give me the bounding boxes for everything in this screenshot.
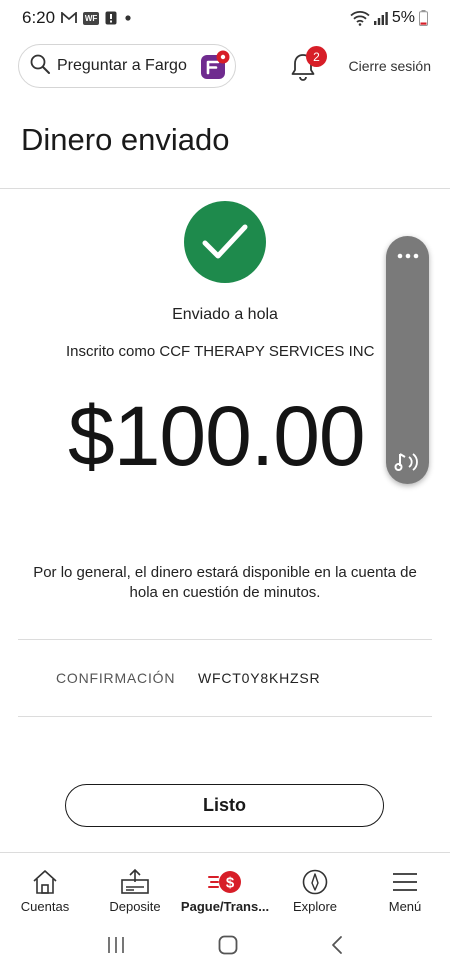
bottom-nav: Cuentas Deposite $ Pague/Trans... Explor… [0,852,450,920]
battery-percent: 5% [391,9,415,26]
gmail-icon [61,12,77,24]
compass-icon [301,867,329,897]
wifi-icon [350,10,370,26]
ask-fargo-search[interactable]: Preguntar a Fargo [18,44,236,88]
home-button-icon[interactable] [217,934,239,961]
nav-label: Menú [388,899,422,914]
wells-fargo-notification-icon: WF [83,11,100,25]
nav-item-explore[interactable]: Explore [270,853,360,920]
search-icon [29,53,51,80]
nav-item-pague-transfiera[interactable]: $ Pague/Trans... [180,853,270,920]
app-header: Preguntar a Fargo Cierre sesión [0,44,450,90]
nav-item-menu[interactable]: Menú [360,853,450,920]
audio-playback-icon[interactable] [394,450,422,474]
done-button[interactable]: Listo [65,784,384,827]
nav-label: Deposite [109,899,161,914]
nav-label: Cuentas [20,899,70,914]
confirmation-label: CONFIRMACIÓN [56,670,176,686]
nav-item-deposite[interactable]: Deposite [90,853,180,920]
home-icon [30,867,60,897]
svg-text:$: $ [226,875,235,892]
divider [18,716,432,717]
status-time: 6:20 [22,8,56,27]
enrolled-as-text: Inscrito como CCF THERAPY SERVICES INC [66,343,375,360]
nav-label: Explore [292,899,338,914]
divider [0,188,450,189]
signal-icon [373,11,388,25]
search-label: Preguntar a Fargo [57,57,187,74]
notification-count-badge: 2 [306,46,327,67]
pay-transfer-icon: $ [207,867,243,897]
divider [18,639,432,640]
dot-icon [123,13,133,23]
battery-icon [419,10,428,26]
nav-label: Pague/Trans... [180,899,270,914]
back-icon[interactable] [329,934,345,961]
availability-message: Por lo general, el dinero estará disponi… [33,564,417,601]
nav-item-cuentas[interactable]: Cuentas [0,853,90,920]
page-title: Dinero enviado [21,122,230,157]
recent-apps-icon[interactable] [105,935,127,960]
floating-widget[interactable] [386,236,429,484]
confirmation-number: WFCT0Y8KHZSR [198,670,321,686]
more-options-icon[interactable] [386,248,429,262]
sent-to-text: Enviado a hola [172,306,278,323]
alert-icon [105,11,117,25]
system-navigation-bar [0,920,450,975]
status-bar: 6:20 WF 5% [0,0,450,36]
amount-sent: $100.00 [68,389,366,483]
hamburger-icon [390,867,420,897]
logout-link[interactable]: Cierre sesión [349,58,431,74]
success-check-icon [184,201,266,283]
fargo-assistant-icon[interactable] [197,49,231,83]
deposit-icon [119,867,151,897]
